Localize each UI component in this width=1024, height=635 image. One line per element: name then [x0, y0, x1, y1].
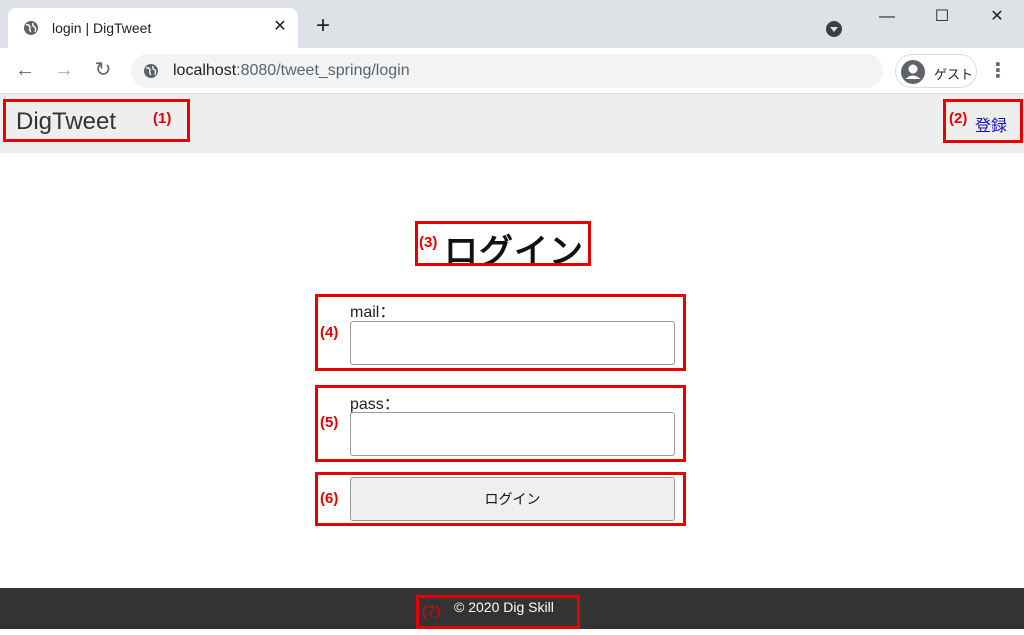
guest-avatar-icon: [901, 60, 925, 84]
annotation-label-2: (2): [949, 110, 968, 127]
register-link[interactable]: 登録: [975, 112, 1007, 136]
annotation-label-6: (6): [320, 490, 339, 507]
pass-label: pass：: [350, 396, 400, 413]
mail-label: mail：: [350, 304, 396, 321]
annotation-label-4: (4): [320, 324, 339, 341]
page-content: DigTweet 登録 ログイン mail： pass： ログイン © 2020…: [0, 94, 1024, 635]
profile-button[interactable]: ゲスト: [895, 54, 977, 88]
annotation-label-3: (3): [419, 234, 438, 251]
new-tab-button[interactable]: +: [312, 14, 334, 38]
copyright-text: © 2020 Dig Skill: [454, 599, 554, 615]
forward-button[interactable]: →: [52, 58, 76, 82]
mail-input[interactable]: [350, 321, 675, 365]
address-url: localhost:8080/tweet_spring/login: [173, 62, 410, 80]
profile-label: ゲスト: [934, 67, 974, 82]
reload-button[interactable]: ↻: [91, 58, 115, 82]
tab-title: login | DigTweet: [52, 20, 152, 36]
back-button[interactable]: ←: [13, 58, 37, 82]
browser-menu-icon[interactable]: ⋮: [988, 59, 1008, 83]
annotation-label-5: (5): [320, 414, 339, 431]
maximize-button[interactable]: ☐: [927, 4, 957, 30]
globe-icon: [144, 64, 158, 78]
tab-search-icon[interactable]: [826, 21, 842, 37]
page-title: ログイン: [444, 232, 584, 272]
pass-input[interactable]: [350, 412, 675, 456]
address-bar[interactable]: localhost:8080/tweet_spring/login: [131, 54, 883, 88]
browser-tab-strip: login | DigTweet ✕ + — ☐ ✕: [0, 0, 1024, 48]
browser-tab[interactable]: login | DigTweet ✕: [8, 8, 298, 48]
site-footer: © 2020 Dig Skill: [0, 588, 1024, 629]
close-window-button[interactable]: ✕: [982, 4, 1012, 30]
annotation-label-7: (7): [422, 603, 441, 620]
login-button[interactable]: ログイン: [350, 477, 675, 521]
globe-icon: [24, 21, 38, 35]
close-tab-icon[interactable]: ✕: [270, 17, 290, 37]
site-brand[interactable]: DigTweet: [16, 108, 116, 136]
annotation-label-1: (1): [153, 110, 172, 127]
url-path: :8080/tweet_spring/login: [236, 62, 410, 79]
url-host: localhost: [173, 62, 237, 79]
browser-toolbar: ← → ↻ localhost:8080/tweet_spring/login …: [0, 48, 1024, 94]
minimize-button[interactable]: —: [872, 4, 902, 30]
